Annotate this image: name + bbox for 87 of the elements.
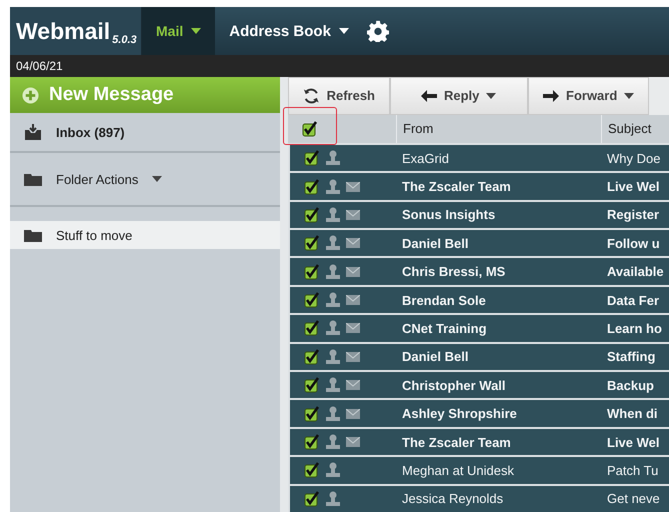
person-icon <box>326 377 340 394</box>
reply-button[interactable]: Reply <box>390 77 528 115</box>
checkbox[interactable] <box>304 462 320 478</box>
checkbox[interactable] <box>304 178 320 194</box>
message-row[interactable]: Jessica Reynolds Get neve <box>290 486 669 512</box>
subject-cell-text: Why Doe <box>606 150 662 166</box>
nav-tab[interactable]: Mail <box>142 7 216 55</box>
plus-icon <box>22 86 39 104</box>
subject-cell-text: Available <box>606 264 665 280</box>
folder-icon <box>24 228 42 242</box>
checkbox[interactable] <box>304 320 320 336</box>
checkbox[interactable] <box>304 490 320 507</box>
checkbox[interactable] <box>304 377 320 394</box>
sender-cell-text: Jessica Reynolds <box>401 491 504 506</box>
checkbox[interactable] <box>304 348 320 365</box>
subject-cell-text: Register <box>606 207 660 222</box>
sender-cell-text: Daniel Bell <box>401 236 470 251</box>
checkbox[interactable] <box>304 264 320 280</box>
checkbox[interactable] <box>302 120 318 137</box>
subject-cell-text: Patch Tu <box>606 462 660 478</box>
person-icon <box>326 206 340 223</box>
sender-cell-text: Brendan Sole <box>401 292 487 308</box>
checkbox[interactable] <box>304 235 320 252</box>
brand-name: Webmail <box>16 18 110 44</box>
version-label: 5.0.3 <box>112 34 137 46</box>
person-icon <box>326 292 340 308</box>
person-icon <box>326 150 340 166</box>
person-icon <box>326 320 340 336</box>
person-icon <box>326 348 340 365</box>
folder-icon <box>24 172 42 186</box>
message-row[interactable]: The Zscaler Team Live Wel <box>290 428 669 456</box>
settings-icon[interactable] <box>366 20 389 42</box>
message-row[interactable]: The Zscaler Team Live Wel <box>290 173 669 200</box>
person-icon <box>326 406 340 422</box>
sender-cell-text: Ashley Shropshire <box>401 406 518 422</box>
refresh-button[interactable]: Refresh <box>288 77 390 115</box>
checkbox[interactable] <box>304 206 320 223</box>
message-row[interactable]: Meghan at Unidesk Patch Tu <box>290 457 669 484</box>
sender-cell-text: ExaGrid <box>401 150 450 166</box>
message-row[interactable]: Sonus Insights Register <box>290 202 669 228</box>
folder-item[interactable]: Inbox (897) <box>10 113 280 153</box>
folder-item[interactable]: Folder Actions <box>10 153 280 207</box>
subject-cell-text: Live Wel <box>606 179 661 194</box>
person-icon <box>326 264 340 280</box>
person-icon <box>326 490 340 507</box>
subject-cell-text: When di <box>606 406 659 422</box>
right-arrow-icon <box>543 90 559 102</box>
refresh-icon <box>303 86 320 105</box>
date-label: 04/06/21 <box>16 59 63 73</box>
message-row[interactable]: Christopher Wall Backup <box>290 372 669 398</box>
message-row[interactable]: Ashley Shropshire When di <box>290 400 669 427</box>
message-row[interactable]: Daniel Bell Follow u <box>290 230 669 256</box>
checkbox[interactable] <box>304 292 320 308</box>
sender-cell-text: Christopher Wall <box>401 378 507 393</box>
message-row[interactable]: Brendan Sole Data Fer <box>290 286 669 314</box>
subject-cell-text: Data Fer <box>606 292 660 308</box>
person-icon <box>326 178 340 194</box>
folder-item[interactable]: Stuff to move <box>10 221 280 249</box>
sender-cell-text: Daniel Bell <box>401 349 470 364</box>
column-header[interactable]: From <box>403 121 434 136</box>
message-row[interactable]: ExaGrid Why Doe <box>290 144 669 172</box>
sender-cell-text: Chris Bressi, MS <box>401 264 506 280</box>
sender-cell-text: Meghan at Unidesk <box>401 462 516 478</box>
forward-button[interactable]: Forward <box>528 77 650 115</box>
subject-cell-text: Live Wel <box>606 434 661 450</box>
message-row[interactable]: Chris Bressi, MS Available <box>290 258 669 285</box>
sender-cell-text: The Zscaler Team <box>401 179 512 194</box>
left-arrow-icon <box>421 90 437 102</box>
person-icon <box>326 462 340 478</box>
subject-cell-text: Backup <box>606 378 655 393</box>
column-header[interactable]: Subject <box>608 121 652 136</box>
subject-cell-text: Staffing <box>606 349 656 364</box>
message-row[interactable]: CNet Training Learn ho <box>290 315 669 342</box>
sender-cell-text: CNet Training <box>401 320 488 336</box>
sender-cell-text: Sonus Insights <box>401 207 496 222</box>
checkbox[interactable] <box>304 150 320 166</box>
nav-tab[interactable]: Address Book <box>215 7 363 55</box>
subject-cell-text: Learn ho <box>606 320 663 336</box>
inbox-icon <box>24 124 42 140</box>
checkbox[interactable] <box>304 434 320 450</box>
message-row[interactable]: Daniel Bell Staffing <box>290 344 669 370</box>
person-icon <box>326 434 340 450</box>
sender-cell-text: The Zscaler Team <box>401 434 512 450</box>
checkbox[interactable] <box>304 406 320 422</box>
subject-cell-text: Follow u <box>606 236 661 251</box>
person-icon <box>326 235 340 252</box>
subject-cell-text: Get neve <box>606 491 661 506</box>
